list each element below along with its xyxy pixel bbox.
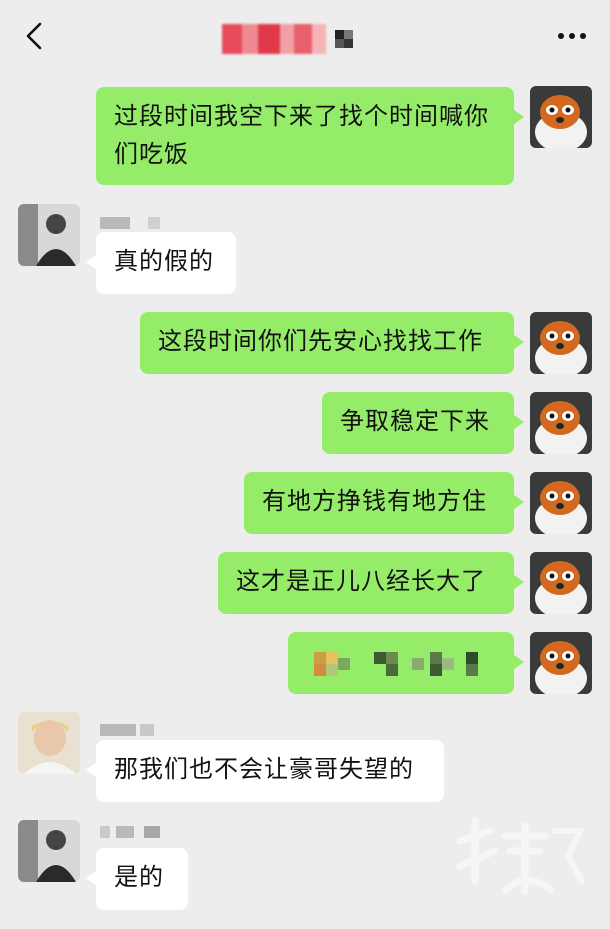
message-bubble-sent[interactable]: 过段时间我空下来了找个时间喊你 们吃饭 bbox=[96, 87, 524, 185]
message-text-line: 们吃饭 bbox=[114, 140, 189, 168]
message-text-line: 过段时间我空下来了找个时间喊你 bbox=[114, 102, 489, 130]
sender-nickname-obscured bbox=[100, 724, 154, 736]
avatar-self[interactable] bbox=[530, 472, 592, 534]
message-text: 这段时间你们先安心找找工作 bbox=[158, 327, 483, 355]
message-bubble-received[interactable]: 是的 bbox=[86, 848, 188, 910]
avatar-self[interactable] bbox=[530, 392, 592, 454]
avatar-self[interactable] bbox=[530, 312, 592, 374]
person-avatar-icon bbox=[18, 820, 80, 882]
sender-nickname-obscured bbox=[100, 217, 160, 229]
chat-header bbox=[0, 0, 610, 74]
chat-title-obscured bbox=[222, 24, 326, 54]
chevron-left-icon bbox=[26, 22, 42, 50]
avatar-friend[interactable] bbox=[18, 712, 80, 774]
message-bubble-sent[interactable]: 争取稳定下来 bbox=[322, 392, 524, 454]
avatar-self[interactable] bbox=[530, 86, 592, 148]
message-bubble-sent[interactable]: 有地方挣钱有地方住 bbox=[244, 472, 524, 534]
message-bubble-sent-obscured[interactable] bbox=[288, 632, 524, 694]
watermark-logo bbox=[456, 817, 585, 895]
message-text: 这才是正儿八经长大了 bbox=[236, 567, 486, 595]
squirrel-avatar-icon bbox=[530, 472, 592, 534]
sender-nickname-obscured bbox=[100, 826, 160, 838]
person-avatar-icon bbox=[18, 712, 80, 774]
message-bubble-received[interactable]: 那我们也不会让豪哥失望的 bbox=[86, 740, 444, 802]
squirrel-avatar-icon bbox=[530, 632, 592, 694]
squirrel-avatar-icon bbox=[530, 392, 592, 454]
message-bubble-sent[interactable]: 这才是正儿八经长大了 bbox=[218, 552, 524, 614]
message-text: 有地方挣钱有地方住 bbox=[262, 487, 487, 515]
message-text: 是的 bbox=[114, 863, 164, 891]
message-text: 争取稳定下来 bbox=[340, 407, 490, 435]
squirrel-avatar-icon bbox=[530, 312, 592, 374]
message-bubble-received[interactable]: 真的假的 bbox=[86, 232, 236, 294]
avatar-self[interactable] bbox=[530, 632, 592, 694]
avatar-friend[interactable] bbox=[18, 820, 80, 882]
more-horizontal-icon bbox=[558, 33, 586, 39]
chat-title-mosaic bbox=[335, 30, 355, 48]
message-text: 真的假的 bbox=[114, 247, 214, 275]
person-avatar-icon bbox=[18, 204, 80, 266]
squirrel-avatar-icon bbox=[530, 86, 592, 148]
back-button[interactable] bbox=[14, 16, 54, 56]
more-button[interactable] bbox=[552, 16, 592, 56]
squirrel-avatar-icon bbox=[530, 552, 592, 614]
message-bubble-sent[interactable]: 这段时间你们先安心找找工作 bbox=[140, 312, 524, 374]
message-text: 那我们也不会让豪哥失望的 bbox=[114, 755, 414, 783]
avatar-self[interactable] bbox=[530, 552, 592, 614]
avatar-friend[interactable] bbox=[18, 204, 80, 266]
